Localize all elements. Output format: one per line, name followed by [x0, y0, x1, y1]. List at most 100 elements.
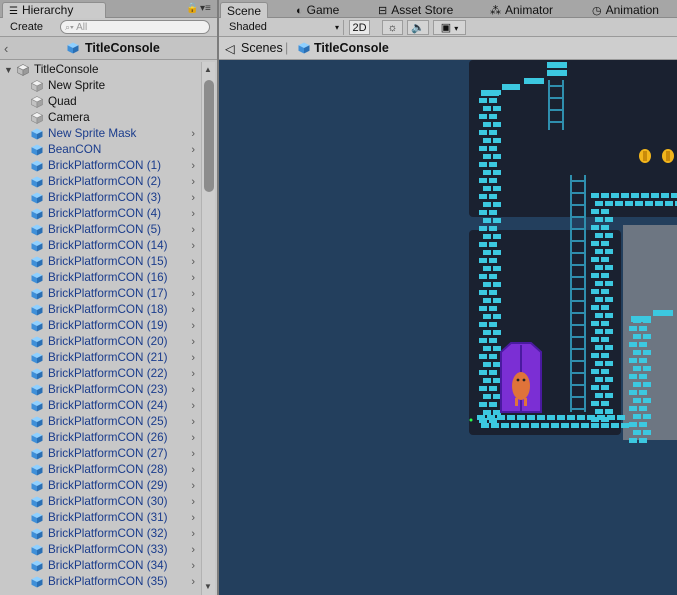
effects-dropdown[interactable]: ▣ ▾: [433, 20, 466, 35]
chevron-right-icon[interactable]: ›: [191, 574, 195, 590]
tree-item[interactable]: Quad: [0, 94, 201, 110]
shading-mode-dropdown[interactable]: Shaded ▾: [222, 20, 344, 35]
brick-tile: [601, 401, 609, 406]
chevron-right-icon[interactable]: ›: [191, 302, 195, 318]
scroll-down-icon[interactable]: ▼: [204, 582, 212, 591]
tree-item[interactable]: BrickPlatformCON (23) ›: [0, 382, 201, 398]
chevron-right-icon[interactable]: ›: [191, 366, 195, 382]
brick-tile: [489, 354, 497, 359]
chevron-right-icon[interactable]: ›: [191, 318, 195, 334]
chevron-right-icon[interactable]: ›: [191, 542, 195, 558]
tree-item[interactable]: BrickPlatformCON (17) ›: [0, 286, 201, 302]
tree-item[interactable]: BrickPlatformCON (26) ›: [0, 430, 201, 446]
tree-item[interactable]: BrickPlatformCON (31) ›: [0, 510, 201, 526]
hierarchy-tab[interactable]: ☰ Hierarchy: [2, 2, 106, 18]
tree-item[interactable]: BrickPlatformCON (2) ›: [0, 174, 201, 190]
tree-item[interactable]: BrickPlatformCON (28) ›: [0, 462, 201, 478]
tree-item[interactable]: BrickPlatformCON (33) ›: [0, 542, 201, 558]
chevron-right-icon[interactable]: ›: [191, 462, 195, 478]
chevron-right-icon[interactable]: ›: [191, 158, 195, 174]
tab-game[interactable]: ◐ Game: [296, 2, 339, 18]
chevron-right-icon[interactable]: ›: [191, 510, 195, 526]
chevron-right-icon[interactable]: ›: [191, 174, 195, 190]
scroll-up-icon[interactable]: ▲: [204, 65, 212, 74]
tree-item[interactable]: BrickPlatformCON (15) ›: [0, 254, 201, 270]
tree-item[interactable]: BrickPlatformCON (19) ›: [0, 318, 201, 334]
tree-item[interactable]: Camera: [0, 110, 201, 126]
tree-item[interactable]: BrickPlatformCON (27) ›: [0, 446, 201, 462]
tree-item[interactable]: BrickPlatformCON (30) ›: [0, 494, 201, 510]
back-arrow-icon[interactable]: ‹: [4, 41, 8, 56]
tree-item[interactable]: New Sprite Mask ›: [0, 126, 201, 142]
brick-tile: [479, 258, 487, 263]
tab-scene[interactable]: Scene: [220, 2, 269, 18]
chevron-right-icon[interactable]: ›: [191, 270, 195, 286]
prefab-icon: [31, 576, 43, 588]
tree-item[interactable]: BrickPlatformCON (20) ›: [0, 334, 201, 350]
tree-item[interactable]: BrickPlatformCON (5) ›: [0, 222, 201, 238]
tree-item[interactable]: BrickPlatformCON (32) ›: [0, 526, 201, 542]
lighting-toggle[interactable]: ☼: [382, 20, 403, 35]
tab-animation[interactable]: ◷ Animation: [592, 2, 659, 18]
chevron-right-icon[interactable]: ›: [191, 494, 195, 510]
brick-tile: [601, 241, 609, 246]
brick-tile: [483, 106, 491, 111]
tab-animator[interactable]: ⁂ Animator: [490, 2, 553, 18]
tree-item[interactable]: BrickPlatformCON (24) ›: [0, 398, 201, 414]
tree-item[interactable]: BrickPlatformCON (35) ›: [0, 574, 201, 590]
chevron-right-icon[interactable]: ›: [191, 430, 195, 446]
chevron-right-icon[interactable]: ›: [191, 206, 195, 222]
tree-item[interactable]: BrickPlatformCON (3) ›: [0, 190, 201, 206]
tree-item[interactable]: BeanCON ›: [0, 142, 201, 158]
chevron-right-icon[interactable]: ›: [191, 222, 195, 238]
chevron-right-icon[interactable]: ›: [191, 126, 195, 142]
brick-tile: [591, 225, 599, 230]
chevron-right-icon[interactable]: ›: [191, 190, 195, 206]
prefab-icon: [31, 128, 43, 140]
chevron-right-icon[interactable]: ›: [191, 350, 195, 366]
tree-item[interactable]: BrickPlatformCON (4) ›: [0, 206, 201, 222]
scene-viewport[interactable]: [219, 60, 677, 595]
brick-tile: [635, 201, 643, 206]
lock-icon[interactable]: 🔒: [186, 3, 198, 14]
create-button[interactable]: Create ▾: [5, 20, 51, 46]
brick-tile: [629, 374, 637, 379]
tree-item[interactable]: New Sprite: [0, 78, 201, 94]
tab-asset-store[interactable]: ⊟ Asset Store: [378, 2, 453, 18]
tree-item[interactable]: BrickPlatformCON (1) ›: [0, 158, 201, 174]
toggle-2d-button[interactable]: 2D: [349, 20, 370, 35]
chevron-right-icon[interactable]: ›: [191, 446, 195, 462]
chevron-right-icon[interactable]: ›: [191, 558, 195, 574]
tree-item[interactable]: BrickPlatformCON (16) ›: [0, 270, 201, 286]
chevron-right-icon[interactable]: ›: [191, 526, 195, 542]
chevron-right-icon[interactable]: ›: [191, 382, 195, 398]
prefab-icon: [31, 144, 43, 156]
chevron-right-icon[interactable]: ›: [191, 414, 195, 430]
tree-item[interactable]: BrickPlatformCON (14) ›: [0, 238, 201, 254]
tree-item[interactable]: BrickPlatformCON (18) ›: [0, 302, 201, 318]
chevron-right-icon[interactable]: ›: [191, 286, 195, 302]
scroll-thumb[interactable]: [204, 80, 214, 192]
brick-tile: [591, 385, 599, 390]
chevron-right-icon[interactable]: ›: [191, 478, 195, 494]
tree-item-label: BrickPlatformCON (30): [48, 495, 168, 508]
tree-item[interactable]: BrickPlatformCON (34) ›: [0, 558, 201, 574]
search-input[interactable]: ⌕▾ All: [60, 20, 210, 34]
chevron-right-icon[interactable]: ›: [191, 238, 195, 254]
breadcrumb-current[interactable]: TitleConsole: [314, 41, 389, 55]
tree-item[interactable]: BrickPlatformCON (22) ›: [0, 366, 201, 382]
tree-item[interactable]: BrickPlatformCON (21) ›: [0, 350, 201, 366]
expand-arrow-icon[interactable]: ▼: [4, 62, 13, 78]
prefab-icon: [31, 320, 43, 332]
chevron-right-icon[interactable]: ›: [191, 398, 195, 414]
panel-menu-icon[interactable]: ▾≡: [200, 3, 211, 14]
breadcrumb-scenes[interactable]: Scenes: [241, 41, 283, 55]
tree-item[interactable]: BrickPlatformCON (25) ›: [0, 414, 201, 430]
chevron-right-icon[interactable]: ›: [191, 334, 195, 350]
audio-toggle[interactable]: 🔈: [407, 20, 429, 35]
tree-root-row[interactable]: ▼ TitleConsole: [0, 62, 201, 78]
chevron-right-icon[interactable]: ›: [191, 254, 195, 270]
chevron-right-icon[interactable]: ›: [191, 142, 195, 158]
hierarchy-scrollbar[interactable]: ▲ ▼: [201, 62, 215, 595]
tree-item[interactable]: BrickPlatformCON (29) ›: [0, 478, 201, 494]
